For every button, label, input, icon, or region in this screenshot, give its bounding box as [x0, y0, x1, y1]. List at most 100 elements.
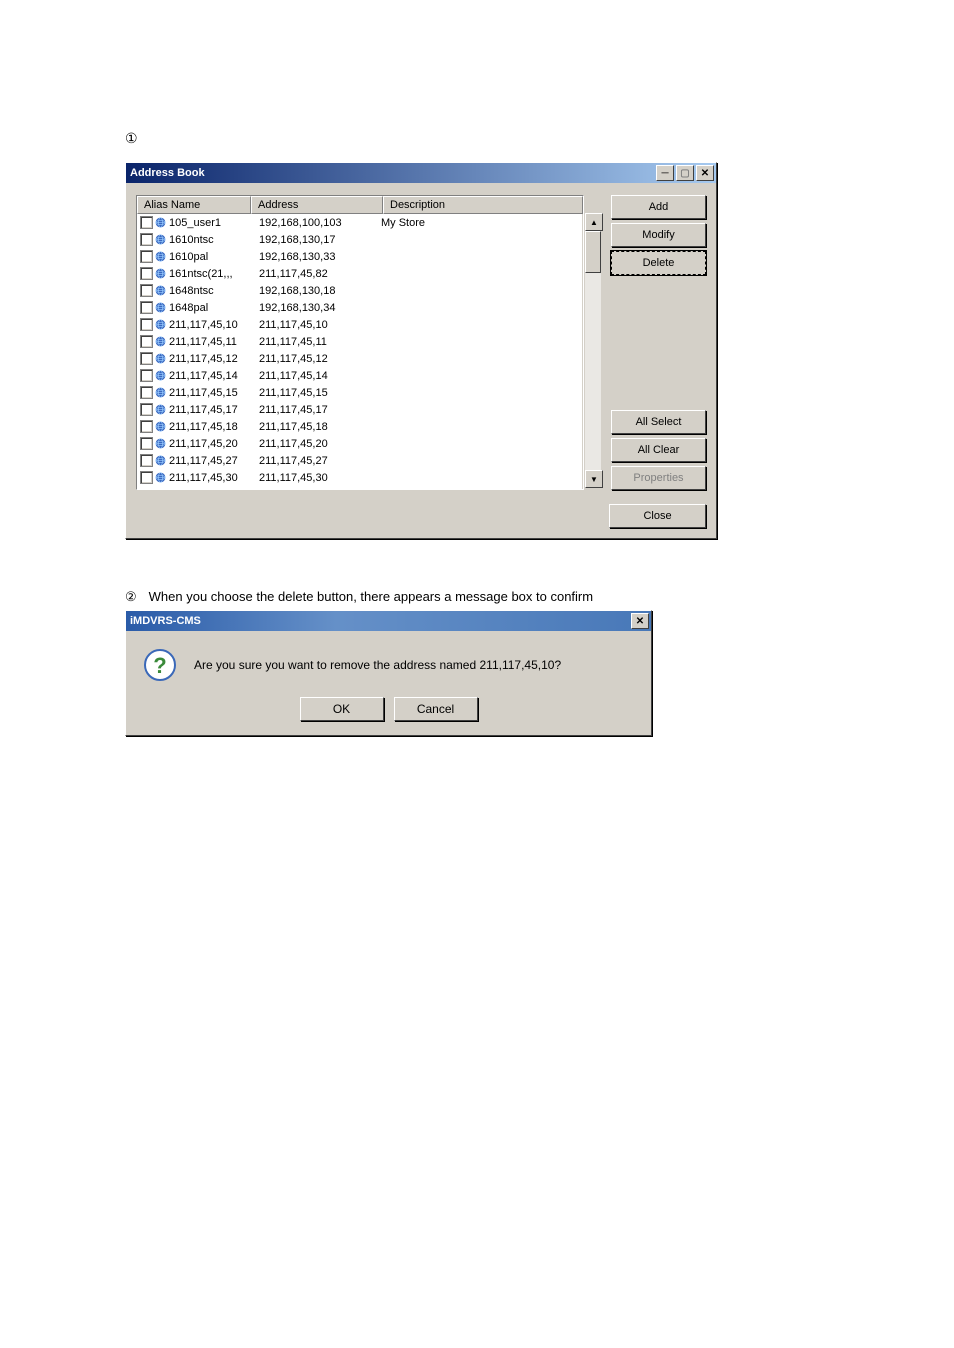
titlebar[interactable]: Address Book ─ ▢ ✕	[126, 163, 716, 183]
globe-icon	[154, 301, 167, 314]
all-clear-button[interactable]: All Clear	[611, 438, 706, 462]
globe-icon	[154, 454, 167, 467]
minimize-button[interactable]: ─	[656, 165, 674, 181]
row-checkbox[interactable]	[140, 454, 153, 467]
cell-address: 211,117,45,10	[259, 319, 381, 331]
list-item[interactable]: 211,117,45,18211,117,45,18	[137, 418, 582, 435]
row-checkbox[interactable]	[140, 301, 153, 314]
list-item[interactable]: 211,117,45,17211,117,45,17	[137, 401, 582, 418]
cell-alias: 1648ntsc	[169, 285, 259, 297]
cell-alias: 1610ntsc	[169, 234, 259, 246]
question-icon: ?	[144, 649, 176, 681]
row-checkbox[interactable]	[140, 471, 153, 484]
address-list[interactable]: 105_user1192,168,100,103My Store1610ntsc…	[137, 214, 583, 489]
row-checkbox[interactable]	[140, 420, 153, 433]
globe-icon	[154, 352, 167, 365]
globe-icon	[154, 284, 167, 297]
list-item[interactable]: 211,117,45,11211,117,45,11	[137, 333, 582, 350]
msgbox-titlebar[interactable]: iMDVRS-CMS ✕	[126, 611, 651, 631]
globe-icon	[154, 369, 167, 382]
ok-button[interactable]: OK	[300, 697, 384, 721]
cell-address: 211,117,45,18	[259, 421, 381, 433]
list-item[interactable]: 211,117,45,27211,117,45,27	[137, 452, 582, 469]
scroll-up-button[interactable]: ▲	[585, 213, 603, 231]
row-checkbox[interactable]	[140, 335, 153, 348]
step2-marker: ②	[125, 589, 137, 605]
row-checkbox[interactable]	[140, 318, 153, 331]
cell-address: 211,117,45,20	[259, 438, 381, 450]
cell-address: 211,117,45,15	[259, 387, 381, 399]
list-item[interactable]: 211,117,45,20211,117,45,20	[137, 435, 582, 452]
cell-alias: 211,117,45,11	[169, 336, 259, 348]
col-header-address[interactable]: Address	[251, 196, 383, 214]
cell-address: 211,117,45,17	[259, 404, 381, 416]
add-button[interactable]: Add	[611, 195, 706, 219]
globe-icon	[154, 437, 167, 450]
properties-button: Properties	[611, 466, 706, 490]
list-item[interactable]: 211,117,45,10211,117,45,10	[137, 316, 582, 333]
row-checkbox[interactable]	[140, 403, 153, 416]
all-select-button[interactable]: All Select	[611, 410, 706, 434]
globe-icon	[154, 216, 167, 229]
row-checkbox[interactable]	[140, 233, 153, 246]
cell-alias: 211,117,45,17	[169, 404, 259, 416]
list-item[interactable]: 1610pal192,168,130,33	[137, 248, 582, 265]
delete-button[interactable]: Delete	[611, 251, 706, 275]
list-item[interactable]: 211,117,45,30211,117,45,30	[137, 469, 582, 486]
row-checkbox[interactable]	[140, 267, 153, 280]
maximize-button: ▢	[676, 165, 694, 181]
cell-address: 192,168,130,18	[259, 285, 381, 297]
row-checkbox[interactable]	[140, 250, 153, 263]
globe-icon	[154, 318, 167, 331]
row-checkbox[interactable]	[140, 352, 153, 365]
list-item[interactable]: 211,117,45,15211,117,45,15	[137, 384, 582, 401]
list-item[interactable]: 1648pal192,168,130,34	[137, 299, 582, 316]
cell-alias: 1610pal	[169, 251, 259, 263]
row-checkbox[interactable]	[140, 216, 153, 229]
cell-address: 211,117,45,14	[259, 370, 381, 382]
row-checkbox[interactable]	[140, 437, 153, 450]
close-button[interactable]: ✕	[696, 165, 714, 181]
list-item[interactable]: 211,117,45,14211,117,45,14	[137, 367, 582, 384]
cell-address: 211,117,45,30	[259, 472, 381, 484]
msgbox-message: Are you sure you want to remove the addr…	[194, 658, 561, 672]
scroll-down-button[interactable]: ▼	[585, 470, 603, 488]
msgbox-close-button[interactable]: ✕	[631, 613, 649, 629]
cell-address: 192,168,130,34	[259, 302, 381, 314]
scrollbar-vertical[interactable]: ▲ ▼	[584, 213, 601, 488]
cell-address: 211,117,45,82	[259, 268, 381, 280]
cell-alias: 211,117,45,14	[169, 370, 259, 382]
close-window-button[interactable]: Close	[609, 504, 706, 528]
row-checkbox[interactable]	[140, 369, 153, 382]
list-item[interactable]: 161ntsc(21,,,211,117,45,82	[137, 265, 582, 282]
list-item[interactable]: 105_user1192,168,100,103My Store	[137, 214, 582, 231]
svg-text:?: ?	[153, 653, 166, 678]
scroll-thumb[interactable]	[585, 231, 601, 273]
row-checkbox[interactable]	[140, 386, 153, 399]
address-book-window: Address Book ─ ▢ ✕ Alias Name Address De…	[125, 162, 717, 539]
modify-button[interactable]: Modify	[611, 223, 706, 247]
confirm-dialog: iMDVRS-CMS ✕ ? Are you sure you want to …	[125, 610, 652, 736]
cell-address: 211,117,45,12	[259, 353, 381, 365]
cell-alias: 211,117,45,12	[169, 353, 259, 365]
col-header-alias[interactable]: Alias Name	[137, 196, 251, 214]
list-item[interactable]: 1610ntsc192,168,130,17	[137, 231, 582, 248]
cell-alias: 211,117,45,18	[169, 421, 259, 433]
globe-icon	[154, 250, 167, 263]
cancel-button[interactable]: Cancel	[394, 697, 478, 721]
cell-description: My Store	[381, 217, 582, 229]
cell-alias: 161ntsc(21,,,	[169, 268, 259, 280]
row-checkbox[interactable]	[140, 284, 153, 297]
step2-text-line: ② When you choose the delete button, the…	[125, 589, 954, 605]
col-header-description[interactable]: Description	[383, 196, 583, 214]
globe-icon	[154, 233, 167, 246]
list-item[interactable]: 211,117,45,12211,117,45,12	[137, 350, 582, 367]
cell-alias: 211,117,45,15	[169, 387, 259, 399]
step1-marker: ①	[125, 130, 954, 147]
msgbox-title: iMDVRS-CMS	[130, 615, 629, 627]
list-item[interactable]: 1648ntsc192,168,130,18	[137, 282, 582, 299]
scroll-track[interactable]	[585, 273, 601, 470]
globe-icon	[154, 267, 167, 280]
cell-address: 211,117,45,11	[259, 336, 381, 348]
cell-alias: 105_user1	[169, 217, 259, 229]
